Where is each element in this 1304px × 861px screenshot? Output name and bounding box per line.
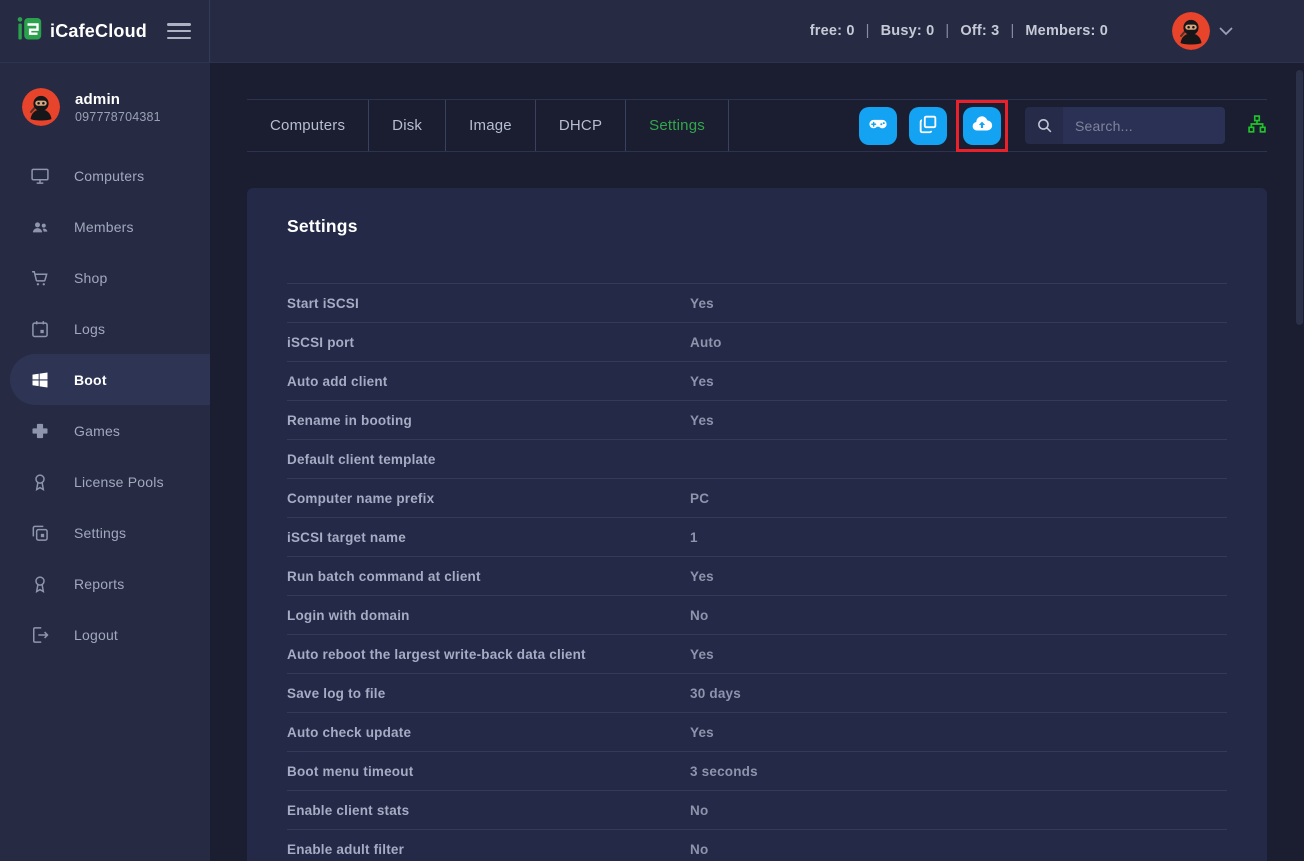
- avatar: [22, 88, 60, 126]
- copy-icon: [917, 113, 939, 138]
- user-phone: 097778704381: [75, 110, 161, 124]
- settings-panel: Settings Start iSCSI Yes iSCSI port Auto…: [247, 188, 1267, 861]
- settings-row-computer-name-prefix[interactable]: Computer name prefix PC: [287, 478, 1227, 517]
- avatar: [1172, 12, 1210, 50]
- topbar-right: free: 0 | Busy: 0 | Off: 3 | Members: 0: [210, 12, 1304, 50]
- logout-icon: [30, 625, 50, 645]
- user-menu[interactable]: [1172, 12, 1233, 50]
- tab-disk[interactable]: Disk: [369, 100, 446, 151]
- settings-row-iscsi-port[interactable]: iSCSI port Auto: [287, 322, 1227, 361]
- cloud-upload-button[interactable]: [963, 107, 1001, 145]
- layers-icon: [30, 523, 50, 543]
- settings-row-auto-check-update[interactable]: Auto check update Yes: [287, 712, 1227, 751]
- sidebar-item-games[interactable]: Games: [0, 405, 210, 456]
- topbar: iCafeCloud free: 0 | Busy: 0 | Off: 3 | …: [0, 0, 1304, 63]
- tab-dhcp[interactable]: DHCP: [536, 100, 626, 151]
- settings-row-auto-reboot-writeback[interactable]: Auto reboot the largest write-back data …: [287, 634, 1227, 673]
- tab-image[interactable]: Image: [446, 100, 536, 151]
- settings-row-enable-client-stats[interactable]: Enable client stats No: [287, 790, 1227, 829]
- tab-computers[interactable]: Computers: [247, 100, 369, 151]
- user-name: admin: [75, 90, 161, 110]
- stat-free: free: 0: [810, 23, 855, 39]
- settings-row-default-client-template[interactable]: Default client template: [287, 439, 1227, 478]
- scrollbar-thumb[interactable]: [1296, 70, 1303, 325]
- search-input[interactable]: [1063, 107, 1225, 144]
- sidebar-item-reports[interactable]: Reports: [0, 558, 210, 609]
- search-icon[interactable]: [1025, 107, 1063, 144]
- stat-off: Off: 3: [960, 23, 999, 39]
- settings-row-auto-add-client[interactable]: Auto add client Yes: [287, 361, 1227, 400]
- sidebar-item-license-pools[interactable]: License Pools: [0, 456, 210, 507]
- game-settings-button[interactable]: [859, 107, 897, 145]
- settings-row-iscsi-target-name[interactable]: iSCSI target name 1: [287, 517, 1227, 556]
- sidebar-item-members[interactable]: Members: [0, 201, 210, 252]
- brand-logo[interactable]: iCafeCloud: [16, 15, 147, 47]
- sidebar-item-boot[interactable]: Boot: [10, 354, 210, 405]
- stat-separator: |: [866, 23, 870, 39]
- cloud-upload-icon: [970, 112, 994, 139]
- monitor-icon: [30, 166, 50, 186]
- badge-icon: [30, 574, 50, 594]
- main-content: Computers Disk Image DHCP Settings: [210, 63, 1304, 861]
- badge-icon: [30, 472, 50, 492]
- members-icon: [30, 217, 50, 237]
- network-boot-button[interactable]: [1247, 114, 1267, 137]
- sidebar-item-settings[interactable]: Settings: [0, 507, 210, 558]
- settings-row-save-log-to-file[interactable]: Save log to file 30 days: [287, 673, 1227, 712]
- tab-bar: Computers Disk Image DHCP Settings: [247, 100, 729, 151]
- calendar-icon: [30, 319, 50, 339]
- network-icon: [1247, 114, 1267, 137]
- hamburger-menu-icon[interactable]: [167, 23, 191, 39]
- sidebar-item-logs[interactable]: Logs: [0, 303, 210, 354]
- highlight-red-box: [956, 100, 1008, 152]
- sidebar-nav: Computers Members Shop Logs Boot: [0, 150, 210, 660]
- sidebar-item-computers[interactable]: Computers: [0, 150, 210, 201]
- settings-row-boot-menu-timeout[interactable]: Boot menu timeout 3 seconds: [287, 751, 1227, 790]
- status-counters: free: 0 | Busy: 0 | Off: 3 | Members: 0: [810, 23, 1108, 39]
- stat-busy: Busy: 0: [881, 23, 935, 39]
- toolbar: Computers Disk Image DHCP Settings: [247, 99, 1267, 152]
- settings-row-rename-in-booting[interactable]: Rename in booting Yes: [287, 400, 1227, 439]
- settings-row-enable-adult-filter[interactable]: Enable adult filter No: [287, 829, 1227, 861]
- gamepad-icon: [867, 113, 889, 138]
- icafecloud-logo-icon: [16, 15, 43, 47]
- settings-row-run-batch-command[interactable]: Run batch command at client Yes: [287, 556, 1227, 595]
- page-title: Settings: [287, 216, 1227, 237]
- toolbar-actions: [847, 100, 1267, 152]
- topbar-left: iCafeCloud: [0, 0, 210, 62]
- stat-members: Members: 0: [1025, 23, 1108, 39]
- sidebar-item-shop[interactable]: Shop: [0, 252, 210, 303]
- stat-separator: |: [1010, 23, 1014, 39]
- stat-separator: |: [945, 23, 949, 39]
- tab-settings[interactable]: Settings: [626, 100, 729, 151]
- sidebar-item-logout[interactable]: Logout: [0, 609, 210, 660]
- copy-image-button[interactable]: [909, 107, 947, 145]
- sidebar-user-block: admin 097778704381: [0, 63, 210, 148]
- windows-icon: [30, 370, 50, 390]
- sidebar: admin 097778704381 Computers Members Sho…: [0, 63, 210, 861]
- brand-name: iCafeCloud: [50, 21, 147, 42]
- settings-row-login-with-domain[interactable]: Login with domain No: [287, 595, 1227, 634]
- dpad-icon: [30, 421, 50, 441]
- cart-icon: [30, 268, 50, 288]
- search-box: [1025, 107, 1225, 144]
- settings-row-start-iscsi[interactable]: Start iSCSI Yes: [287, 283, 1227, 322]
- chevron-down-icon: [1219, 27, 1233, 36]
